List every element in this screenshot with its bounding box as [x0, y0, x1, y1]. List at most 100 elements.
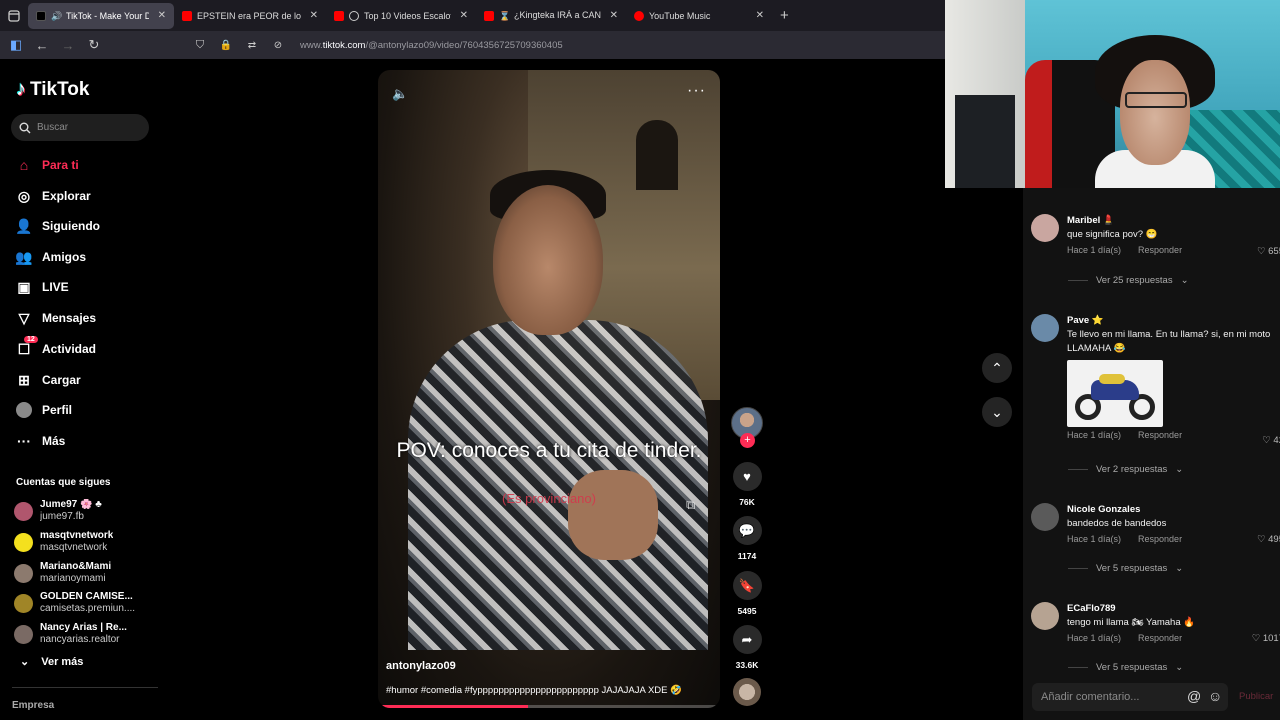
comment-like[interactable]: ♡ 1017 — [1252, 633, 1280, 644]
tab-overview-icon[interactable] — [0, 0, 28, 31]
save-action[interactable]: 🔖 5495 — [732, 571, 762, 616]
follow-plus-icon[interactable]: + — [740, 433, 755, 448]
comment-like[interactable]: ♡ 42 — [1262, 435, 1280, 446]
view-replies-button[interactable]: Ver 25 respuestas ⌄ — [1068, 275, 1189, 286]
sidebar-item-amigos[interactable]: 👥 Amigos — [15, 249, 86, 265]
comment-text: bandedos de bandedos — [1067, 518, 1167, 529]
tab-kingteka[interactable]: ⌛ ¿Kingteka IRÁ a CANA? 😱 ✕ — [476, 3, 626, 29]
view-replies-button[interactable]: Ver 2 respuestas ⌄ — [1068, 464, 1183, 475]
close-tab-icon[interactable]: ✕ — [610, 10, 618, 21]
mention-icon[interactable]: @ — [1187, 688, 1201, 704]
see-more-button[interactable]: ⌄ Ver más — [20, 655, 83, 669]
tiktok-logo[interactable]: ♪ TikTok — [16, 78, 89, 101]
video-author[interactable]: antonylazo09 — [386, 660, 456, 672]
tab-tiktok[interactable]: 🔊 TikTok - Make Your Day ✕ — [28, 2, 174, 29]
comment-input-placeholder: Añadir comentario... — [1041, 691, 1140, 703]
share-action[interactable]: ➦ 33.6K — [732, 625, 762, 670]
reply-button[interactable]: Responder — [1138, 534, 1182, 544]
music-disc-avatar[interactable] — [733, 678, 761, 706]
comment-like[interactable]: ♡ 655 — [1257, 246, 1280, 257]
sidebar-item-para-ti[interactable]: ⌂ Para ti — [16, 157, 79, 173]
sound-playing-icon[interactable]: 🔊 — [51, 11, 62, 21]
sidebar-item-mas[interactable]: ··· Más — [16, 433, 65, 449]
close-tab-icon[interactable]: ✕ — [756, 10, 764, 21]
video-description: #humor #comedia #fyppppppppppppppppppppp… — [386, 685, 682, 696]
following-handle: marianoymami — [40, 573, 106, 584]
following-item[interactable]: masqtvnetwork masqtvnetwork — [14, 530, 113, 554]
sidebar-toggle-icon[interactable]: ◧ — [8, 37, 24, 53]
comment-author[interactable]: Nicole Gonzales — [1067, 503, 1276, 517]
sidebar-item-live[interactable]: ▣ LIVE — [16, 278, 69, 295]
live-icon: ▣ — [17, 278, 31, 295]
comment-image-motorcycle[interactable] — [1067, 360, 1163, 427]
comment-time: Hace 1 día(s) — [1067, 633, 1122, 643]
sidebar-item-perfil[interactable]: Perfil — [16, 402, 72, 418]
following-name: GOLDEN CAMISE... — [40, 591, 133, 602]
comment-author[interactable]: Maribel 💄 — [1067, 214, 1276, 228]
avatar[interactable] — [1031, 314, 1059, 342]
forward-icon[interactable]: → — [60, 38, 76, 53]
new-tab-icon[interactable]: + — [780, 7, 789, 24]
comment-icon[interactable]: 💬 — [732, 516, 762, 545]
url-bar[interactable]: www.tiktok.com/@antonylazo09/video/76043… — [300, 40, 563, 51]
sidebar-item-explorar[interactable]: ◎ Explorar — [16, 188, 91, 204]
sidebar-item-actividad[interactable]: ☐ 12 Actividad — [16, 336, 96, 357]
view-replies-button[interactable]: Ver 5 respuestas ⌄ — [1068, 662, 1183, 673]
close-tab-icon[interactable]: ✕ — [158, 10, 166, 21]
sound-playing-icon[interactable] — [349, 10, 359, 21]
sidebar-item-siguiendo[interactable]: 👤 Siguiendo — [15, 218, 100, 234]
following-item[interactable]: GOLDEN CAMISE... camisetas.premiun.... — [14, 591, 135, 615]
reply-button[interactable]: Responder — [1138, 245, 1182, 255]
publish-button[interactable]: Publicar — [1239, 691, 1273, 702]
following-item[interactable]: Jume97 🌸 ♣ jume97.fb — [14, 499, 102, 523]
youtube-music-favicon-icon — [634, 10, 644, 21]
back-icon[interactable]: ← — [34, 38, 50, 53]
following-item[interactable]: Mariano&Mami marianoymami — [14, 561, 111, 585]
emoji-icon[interactable]: ☺ — [1208, 688, 1222, 704]
share-icon[interactable]: ➦ — [732, 625, 762, 654]
sidebar: ♪ TikTok Buscar ⌂ Para ti ◎ Explorar 👤 S… — [0, 59, 160, 720]
like-action[interactable]: ♥ 76K — [732, 462, 762, 507]
close-tab-icon[interactable]: ✕ — [310, 10, 318, 21]
comment-action[interactable]: 💬 1174 — [732, 516, 762, 561]
avatar[interactable] — [1031, 602, 1059, 630]
sidebar-item-label: Más — [42, 434, 66, 448]
video-progress-bar[interactable] — [378, 705, 720, 708]
hourglass-icon: ⌛ — [499, 10, 511, 21]
bookmark-icon[interactable]: 🔖 — [732, 571, 762, 600]
tab-youtube-music[interactable]: YouTube Music ✕ — [626, 3, 772, 29]
sidebar-item-mensajes[interactable]: ▽ Mensajes — [16, 310, 96, 326]
avatar[interactable] — [1031, 503, 1059, 531]
shield-icon[interactable]: ⛉ — [192, 39, 208, 52]
comment-author[interactable]: ECaFlo789 — [1067, 602, 1276, 616]
comment-like[interactable]: ♡ 495 — [1257, 534, 1280, 545]
autoplay-blocked-icon[interactable]: ⊘ — [270, 40, 286, 51]
search-placeholder: Buscar — [37, 122, 69, 133]
volume-icon[interactable]: 🔈 — [392, 86, 408, 102]
previous-video-button[interactable]: ⌃ — [982, 353, 1012, 383]
permissions-icon[interactable]: ⇄ — [244, 40, 260, 51]
message-icon: ▽ — [18, 309, 30, 326]
comment-time: Hace 1 día(s) — [1067, 430, 1122, 440]
reply-button[interactable]: Responder — [1138, 430, 1182, 440]
next-video-button[interactable]: ⌄ — [982, 397, 1012, 427]
tab-youtube-epstein[interactable]: EPSTEIN era PEOR de lo que CR ✕ — [174, 3, 326, 29]
avatar[interactable] — [1031, 214, 1059, 242]
empresa-link[interactable]: Empresa — [12, 700, 54, 711]
video-player[interactable]: 🔈 ··· POV: conoces a tu cita de tinder. … — [378, 70, 720, 708]
sidebar-item-cargar[interactable]: ⊞ Cargar — [16, 372, 81, 388]
sidebar-item-label: LIVE — [42, 280, 69, 294]
view-replies-button[interactable]: Ver 5 respuestas ⌄ — [1068, 563, 1183, 574]
reload-icon[interactable]: ↻ — [86, 37, 102, 53]
close-tab-icon[interactable]: ✕ — [460, 10, 468, 21]
comment-item: Nicole Gonzales bandedos de bandedos Hac… — [1031, 503, 1280, 553]
lock-icon[interactable]: 🔒 — [218, 40, 234, 51]
heart-icon[interactable]: ♥ — [732, 462, 762, 491]
tab-top10[interactable]: Top 10 Videos Escalofriante ✕ — [326, 3, 476, 29]
search-input[interactable]: Buscar — [11, 114, 149, 141]
comment-author[interactable]: Pave ⭐ — [1067, 314, 1276, 328]
picture-in-picture-icon[interactable]: ⧉ — [686, 497, 695, 513]
reply-button[interactable]: Responder — [1138, 633, 1182, 643]
more-options-icon[interactable]: ··· — [687, 82, 706, 100]
following-item[interactable]: Nancy Arias | Re... nancyarias.realtor — [14, 622, 127, 646]
